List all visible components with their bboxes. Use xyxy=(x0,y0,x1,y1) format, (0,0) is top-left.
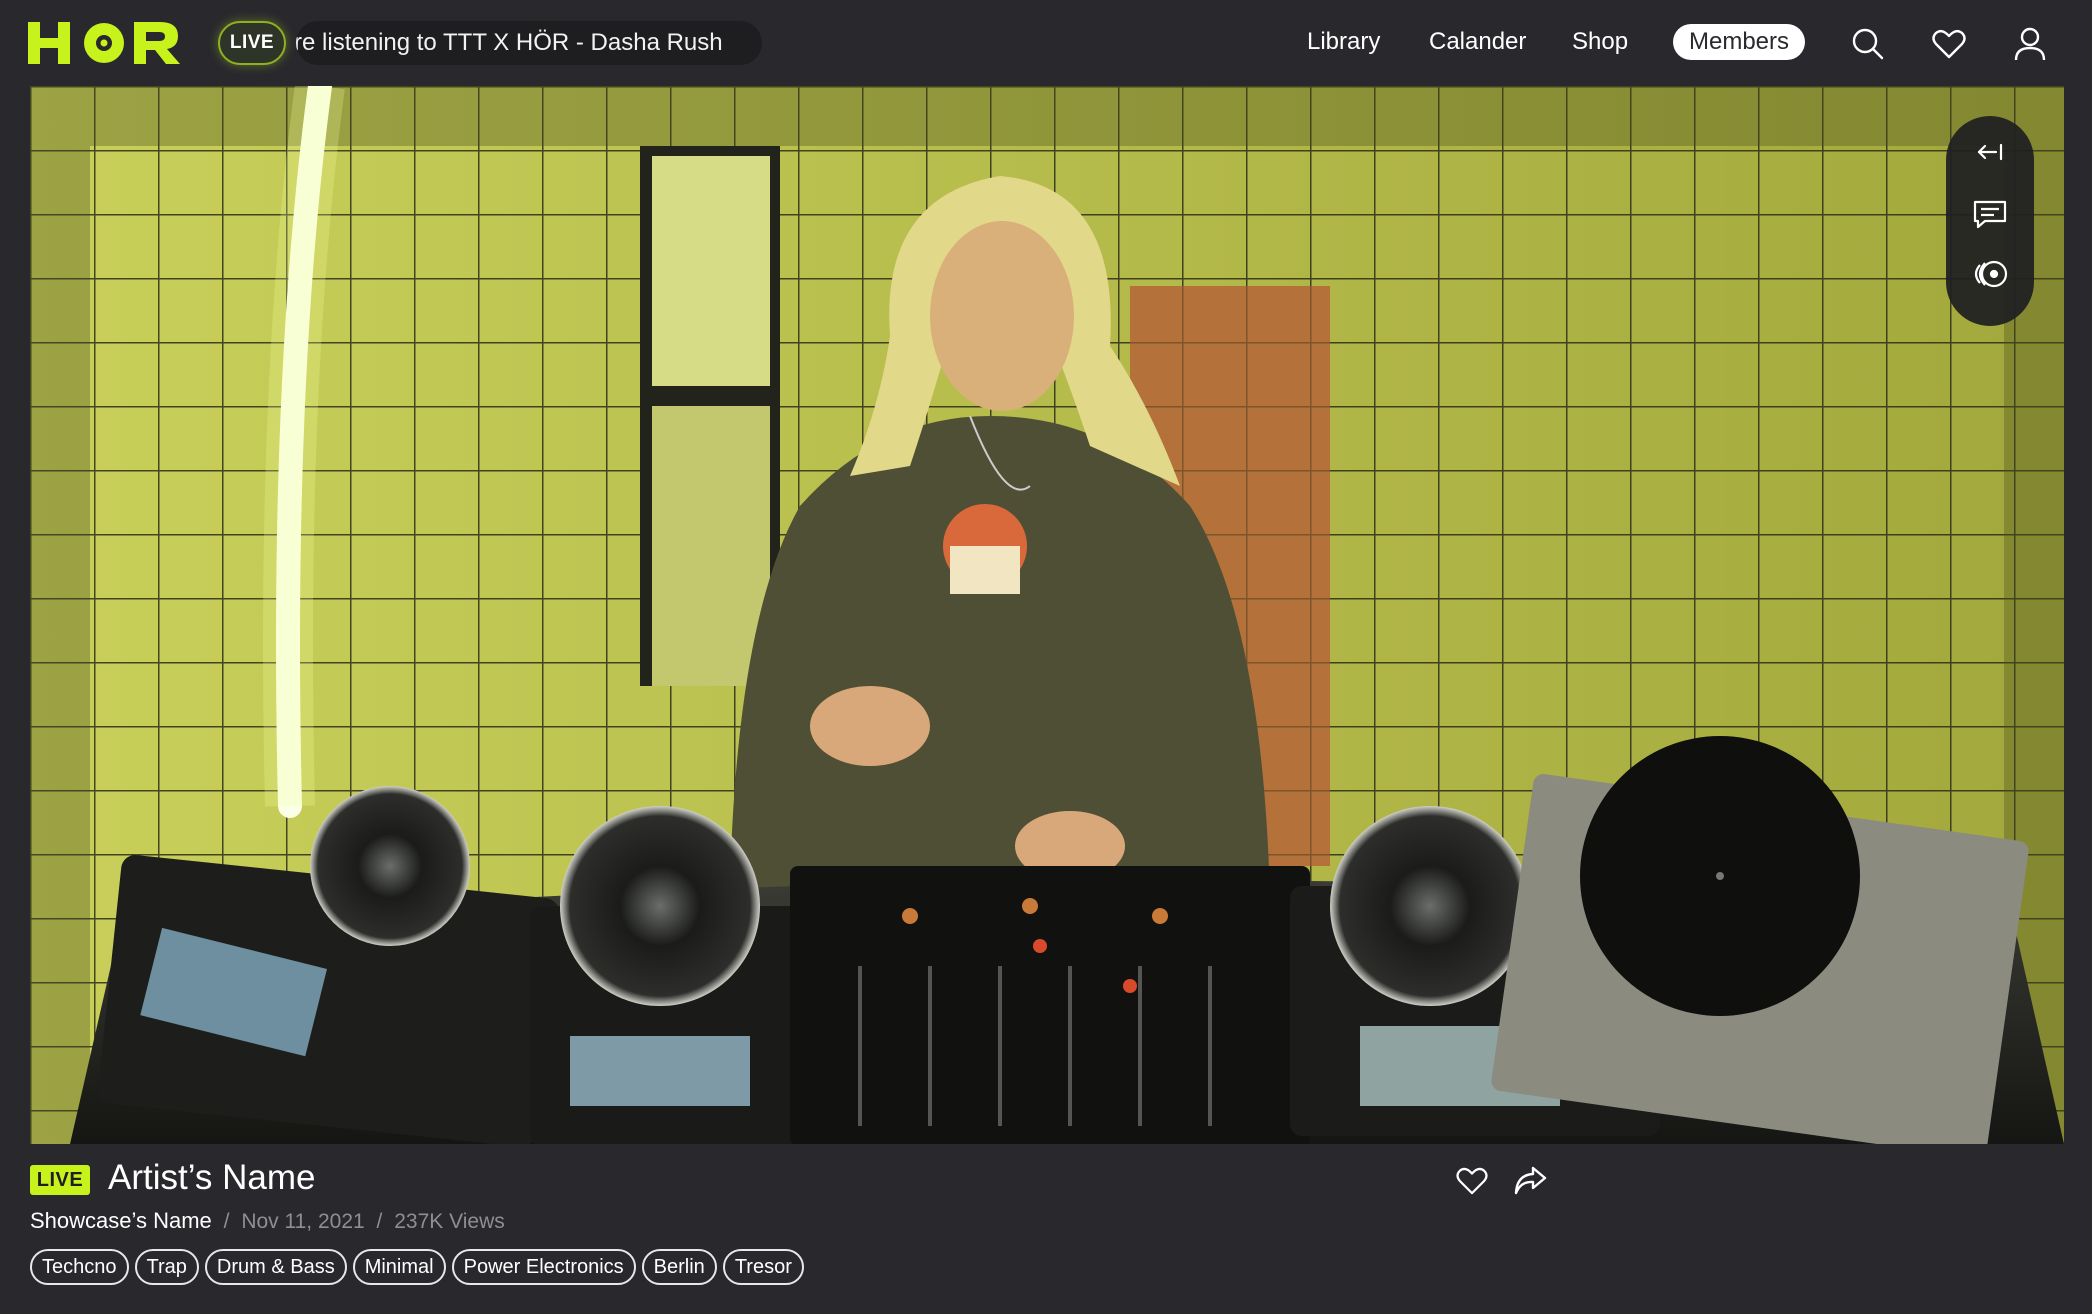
genre-tags: Techcno Trap Drum & Bass Minimal Power E… xyxy=(30,1249,804,1285)
share-icon[interactable] xyxy=(1509,1160,1551,1202)
tag-chip[interactable]: Trap xyxy=(134,1249,199,1285)
heart-icon[interactable] xyxy=(1929,24,1969,64)
heart-icon[interactable] xyxy=(1451,1160,1493,1202)
view-count: 237K Views xyxy=(394,1210,505,1233)
tag-chip[interactable]: Power Electronics xyxy=(451,1249,636,1285)
video-frame-image xyxy=(30,86,2064,1144)
showcase-name[interactable]: Showcase’s Name xyxy=(30,1208,212,1233)
hor-logo[interactable] xyxy=(28,20,190,66)
live-indicator[interactable]: LIVE xyxy=(218,21,286,65)
now-playing-ticker[interactable]: ou’re listening to TTT X HÖR - Dasha Rus… xyxy=(296,21,762,65)
chat-icon[interactable] xyxy=(1968,192,2012,236)
record-icon[interactable] xyxy=(1968,252,2012,296)
video-player[interactable] xyxy=(30,86,2064,1144)
nav-members[interactable]: Members xyxy=(1673,24,1806,60)
tag-chip[interactable]: Techcno xyxy=(30,1249,129,1285)
tag-chip[interactable]: Tresor xyxy=(722,1249,804,1285)
tag-chip[interactable]: Drum & Bass xyxy=(204,1249,347,1285)
nav-library[interactable]: Library xyxy=(1307,28,1380,56)
video-side-controls xyxy=(1946,116,2034,326)
video-meta: Showcase’s Name / Nov 11, 2021 / 237K Vi… xyxy=(30,1208,505,1234)
collapse-arrow-icon[interactable] xyxy=(1968,130,2012,174)
meta-separator: / xyxy=(376,1210,383,1233)
search-icon[interactable] xyxy=(1848,24,1888,64)
nav-calendar[interactable]: Calander xyxy=(1429,28,1526,56)
tag-chip[interactable]: Berlin xyxy=(641,1249,717,1285)
tag-chip[interactable]: Minimal xyxy=(352,1249,446,1285)
nav-shop[interactable]: Shop xyxy=(1572,28,1628,56)
user-icon[interactable] xyxy=(2010,24,2050,64)
artist-name[interactable]: Artist’s Name xyxy=(108,1158,315,1198)
live-badge: LIVE xyxy=(30,1165,90,1195)
now-playing-text: ou’re listening to TTT X HÖR - Dasha Rus… xyxy=(296,29,723,56)
meta-separator: / xyxy=(223,1210,230,1233)
publish-date: Nov 11, 2021 xyxy=(241,1210,365,1233)
top-header: LIVE ou’re listening to TTT X HÖR - Dash… xyxy=(0,0,2092,86)
